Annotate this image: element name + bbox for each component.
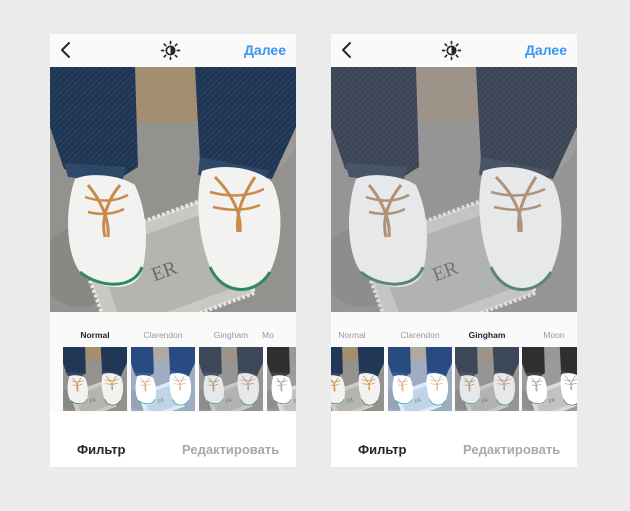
phone-screen-right: Далее Normal Clarendon Gingham Moon Филь…: [331, 34, 577, 467]
brightness-icon[interactable]: [160, 40, 181, 61]
filter-clarendon[interactable]: Clarendon: [387, 312, 453, 412]
filter-gingham[interactable]: Gingham: [198, 312, 264, 412]
photo-preview: [50, 67, 296, 312]
filter-thumbnail: [455, 347, 519, 411]
bottom-tab-bar: Фильтр Редактировать: [331, 412, 577, 467]
top-bar: Далее: [50, 34, 296, 67]
tab-filter[interactable]: Фильтр: [77, 442, 126, 457]
filter-normal[interactable]: Normal: [331, 312, 385, 412]
tab-filter[interactable]: Фильтр: [358, 442, 407, 457]
filter-gingham[interactable]: Gingham: [454, 312, 520, 412]
filter-clarendon[interactable]: Clarendon: [130, 312, 196, 412]
brightness-icon[interactable]: [441, 40, 462, 61]
filter-thumbnail: [267, 347, 296, 411]
filter-strip[interactable]: Normal Clarendon Gingham Mo: [50, 312, 296, 412]
filter-label: Moon: [543, 330, 565, 340]
bottom-tab-bar: Фильтр Редактировать: [50, 412, 296, 467]
filter-thumbnail: [131, 347, 195, 411]
chevron-left-icon[interactable]: [337, 40, 357, 60]
filter-thumbnail: [522, 347, 577, 411]
filter-moon[interactable]: Mo: [262, 312, 296, 412]
filter-thumbnail: [199, 347, 263, 411]
next-button[interactable]: Далее: [244, 42, 286, 58]
filter-moon[interactable]: Moon: [521, 312, 577, 412]
phone-screen-left: Далее Normal Clarendon Gingham Mo Фильтр…: [50, 34, 296, 467]
tab-edit[interactable]: Редактировать: [182, 442, 279, 457]
top-bar: Далее: [331, 34, 577, 67]
filter-normal[interactable]: Normal: [62, 312, 128, 412]
tab-edit[interactable]: Редактировать: [463, 442, 560, 457]
filter-label: Mo: [262, 330, 274, 340]
filter-thumbnail: [63, 347, 127, 411]
filter-thumbnail: [388, 347, 452, 411]
next-button[interactable]: Далее: [525, 42, 567, 58]
filter-strip[interactable]: Normal Clarendon Gingham Moon: [331, 312, 577, 412]
filter-thumbnail: [331, 347, 384, 411]
photo-preview: [331, 67, 577, 312]
chevron-left-icon[interactable]: [56, 40, 76, 60]
